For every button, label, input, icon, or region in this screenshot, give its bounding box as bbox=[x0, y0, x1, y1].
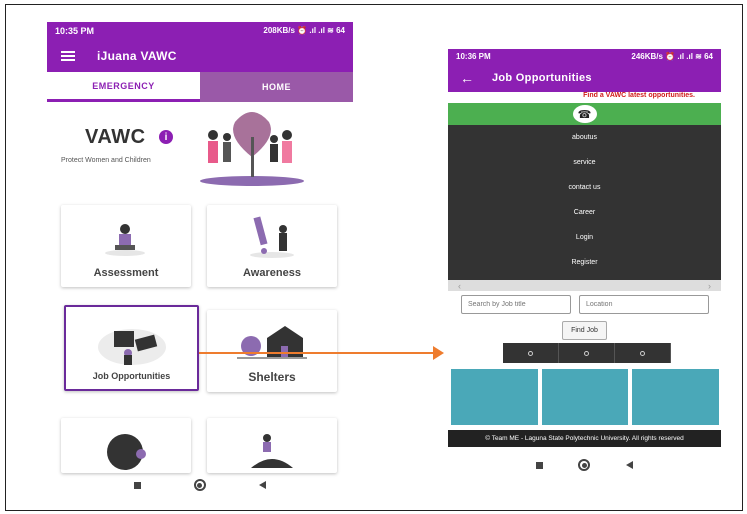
tab-emergency[interactable]: EMERGENCY bbox=[47, 72, 200, 102]
status-bar: 10:35 PM 208KB/s ⏰ .ıl .ıl ≋ 64 bbox=[47, 22, 353, 39]
info-icon[interactable]: i bbox=[159, 130, 173, 144]
promo-image bbox=[632, 369, 720, 425]
page-footer: © Team ME - Laguna State Polytechnic Uni… bbox=[448, 430, 721, 447]
illustration-icon bbox=[107, 434, 146, 470]
nav-bar bbox=[448, 450, 721, 480]
menu-item-contact[interactable]: contact us bbox=[448, 175, 721, 200]
card-label: Shelters bbox=[248, 370, 296, 384]
hero-title: VAWC bbox=[85, 126, 146, 148]
phone-emergency-screen: 10:35 PM 208KB/s ⏰ .ıl .ıl ≋ 64 iJuana V… bbox=[47, 22, 353, 500]
flow-arrow-head-icon bbox=[433, 346, 444, 360]
app-bar: ← Job Opportunities bbox=[448, 64, 721, 92]
card-partial-left[interactable] bbox=[61, 418, 191, 473]
menu-item-login[interactable]: Login bbox=[448, 225, 721, 250]
tab-bar: EMERGENCY HOME bbox=[47, 72, 353, 102]
carousel-prev-icon[interactable]: ‹ bbox=[458, 281, 461, 291]
location-input[interactable] bbox=[579, 295, 709, 314]
tab-home[interactable]: HOME bbox=[200, 72, 353, 102]
recents-icon[interactable] bbox=[133, 481, 141, 489]
app-title: iJuana VAWC bbox=[97, 48, 177, 63]
menu-item-career[interactable]: Career bbox=[448, 200, 721, 225]
promo-images bbox=[451, 369, 720, 425]
status-time: 10:36 PM bbox=[456, 52, 491, 61]
women-illustration-icon bbox=[200, 112, 304, 186]
illustration-icon bbox=[251, 434, 293, 468]
assessment-illustration-icon bbox=[105, 224, 145, 256]
carousel-next-icon[interactable]: › bbox=[708, 281, 711, 291]
slider-dots bbox=[503, 343, 671, 363]
back-arrow-icon[interactable]: ← bbox=[460, 70, 474, 86]
nav-menu: aboutus service contact us Career Login … bbox=[448, 125, 721, 280]
job-title-input[interactable] bbox=[461, 295, 571, 314]
card-label: Awareness bbox=[243, 267, 301, 279]
app-bar: iJuana VAWC bbox=[47, 39, 353, 72]
carousel-controls: ‹ › bbox=[448, 280, 721, 291]
status-bar: 10:36 PM 246KB/s ⏰ .ıl .ıl ≋ 64 bbox=[448, 49, 721, 64]
card-awareness[interactable]: Awareness bbox=[207, 205, 337, 287]
promo-image bbox=[451, 369, 538, 425]
status-icons: 246KB/s ⏰ .ıl .ıl ≋ 64 bbox=[631, 52, 713, 61]
slider-dot[interactable] bbox=[503, 343, 559, 363]
find-job-button[interactable]: Find Job bbox=[562, 321, 607, 340]
status-time: 10:35 PM bbox=[55, 25, 95, 36]
contact-bar: ☎ bbox=[448, 103, 721, 125]
hero-tagline: Protect Women and Children bbox=[61, 157, 151, 164]
status-icons: 208KB/s ⏰ .ıl .ıl ≋ 64 bbox=[263, 26, 345, 35]
slider-dot[interactable] bbox=[615, 343, 671, 363]
card-shelters[interactable]: Shelters bbox=[207, 310, 337, 392]
back-nav-icon[interactable] bbox=[259, 481, 267, 489]
hero-banner: VAWC i Protect Women and Children bbox=[47, 102, 353, 197]
recents-icon[interactable] bbox=[535, 461, 543, 469]
slider-dot[interactable] bbox=[559, 343, 615, 363]
job-search-form: Find Job bbox=[448, 291, 721, 349]
phone-job-opportunities-screen: 10:36 PM 246KB/s ⏰ .ıl .ıl ≋ 64 ← Job Op… bbox=[448, 49, 721, 480]
app-title: Job Opportunities bbox=[492, 72, 592, 84]
flow-arrow-line bbox=[199, 352, 437, 354]
card-label: Job Opportunities bbox=[92, 371, 171, 381]
home-nav-icon[interactable] bbox=[578, 459, 591, 471]
promo-image bbox=[541, 369, 629, 425]
back-nav-icon[interactable] bbox=[626, 461, 634, 469]
home-nav-icon[interactable] bbox=[193, 479, 206, 491]
card-job-opportunities[interactable]: Job Opportunities bbox=[64, 305, 199, 391]
card-assessment[interactable]: Assessment bbox=[61, 205, 191, 287]
find-banner: Find a VAWC latest opportunities. bbox=[583, 92, 695, 99]
card-partial-right[interactable] bbox=[207, 418, 337, 473]
menu-item-service[interactable]: service bbox=[448, 150, 721, 175]
shelter-illustration-icon bbox=[237, 326, 307, 359]
menu-icon[interactable] bbox=[61, 50, 75, 61]
phone-icon[interactable]: ☎ bbox=[572, 105, 597, 123]
awareness-illustration-icon bbox=[250, 216, 294, 258]
job-illustration-icon bbox=[98, 329, 166, 365]
card-label: Assessment bbox=[93, 267, 159, 279]
menu-item-aboutus[interactable]: aboutus bbox=[448, 125, 721, 150]
menu-item-register[interactable]: Register bbox=[448, 250, 721, 275]
nav-bar bbox=[47, 470, 353, 500]
